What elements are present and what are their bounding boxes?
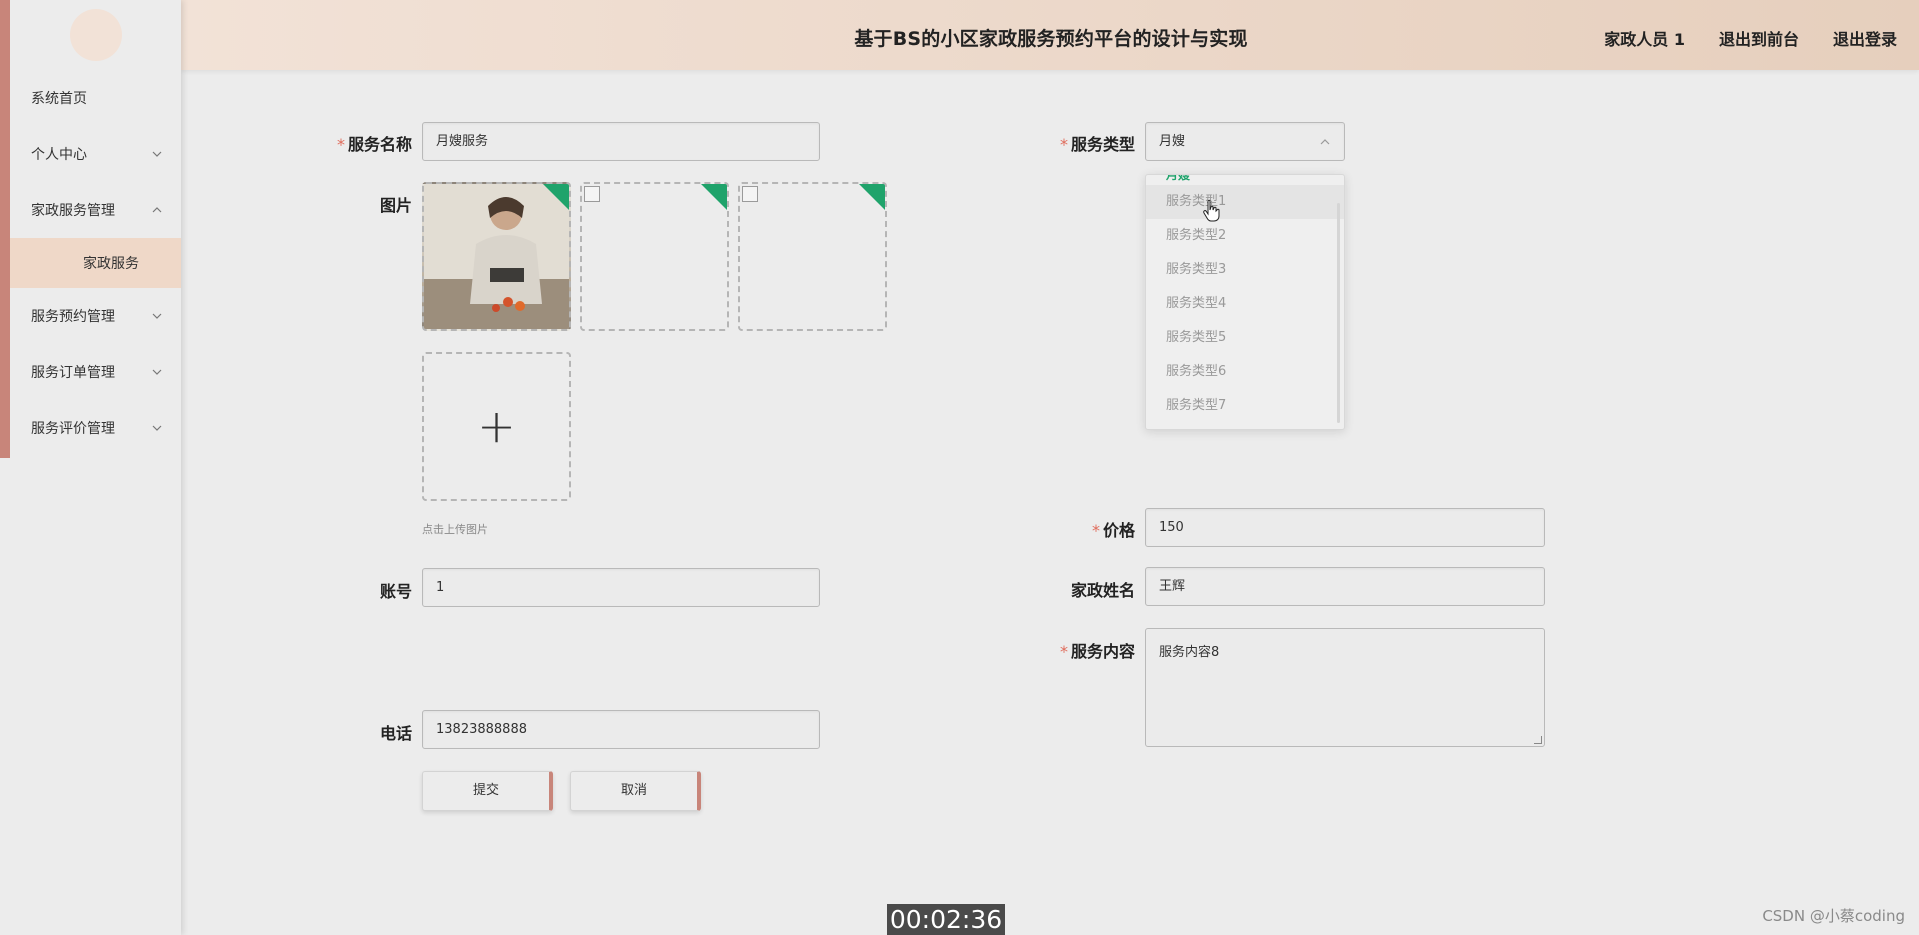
sidebar-item-label: 服务评价管理 [31,421,115,437]
chevron-down-icon [152,151,162,157]
chevron-down-icon [152,313,162,319]
chevron-up-icon [1320,139,1330,145]
service-content-value: 服务内容8 [1159,645,1220,660]
phone-label: 电话 [379,724,412,743]
sidebar-subitem-service[interactable]: 家政服务 [10,238,181,288]
broken-image-icon [742,186,758,202]
uploaded-image-thumbnail[interactable] [422,182,571,331]
label-text: 服务名称 [347,135,412,154]
service-name-input[interactable]: 月嫂服务 [422,122,820,161]
sidebar-item-label: 系统首页 [31,91,87,107]
dropdown-option[interactable]: 服务类型4 [1146,287,1344,321]
required-mark: * [1059,135,1068,154]
resize-handle[interactable] [1534,736,1542,744]
page-title: 基于BS的小区家政服务预约平台的设计与实现 [854,28,1248,50]
sidebar-item-order-management[interactable]: 服务订单管理 [10,344,181,400]
sidebar-item-label: 个人中心 [31,147,87,163]
label-text: 价格 [1102,521,1135,540]
account-label: 账号 [379,582,412,601]
service-name-label: * 服务名称 [320,131,412,155]
avatar[interactable] [70,9,122,61]
dropdown-partial-option[interactable]: 月嫂 [1146,175,1344,185]
sidebar-item-service-management[interactable]: 家政服务管理 [10,182,181,238]
sidebar-item-review-management[interactable]: 服务评价管理 [10,400,181,456]
chevron-down-icon [152,425,162,431]
phone-input[interactable]: 13823888888 [422,710,820,749]
exit-to-frontend-link[interactable]: 退出到前台 [1719,26,1799,50]
label-text: 服务内容 [1070,642,1135,661]
uploaded-image-thumbnail[interactable] [738,182,887,331]
service-type-value: 月嫂 [1159,134,1186,149]
logout-link[interactable]: 退出登录 [1833,26,1897,50]
sidebar-item-home[interactable]: 系统首页 [10,70,181,126]
upload-hint: 点击上传图片 [422,523,488,536]
submit-button[interactable]: 提交 [422,771,553,811]
dropdown-scrollbar[interactable] [1337,203,1340,423]
sidebar-accent-strip [0,0,10,458]
plus-icon: + [477,398,516,453]
service-type-dropdown: 月嫂 服务类型1 服务类型2 服务类型3 服务类型4 服务类型5 服务类型6 服… [1145,174,1345,430]
service-type-select[interactable]: 月嫂 [1145,122,1345,161]
required-mark: * [1059,642,1068,661]
dropdown-option[interactable]: 服务类型2 [1146,219,1344,253]
sidebar-menu: 系统首页 个人中心 家政服务管理 家政服务 服务预约管理 服务订单管理 服务评价… [10,70,181,456]
top-header: 基于BS的小区家政服务预约平台的设计与实现 家政人员 1 退出到前台 退出登录 [181,0,1919,70]
sidebar-item-label: 服务预约管理 [31,309,115,325]
user-name-link[interactable]: 家政人员 1 [1604,26,1685,50]
header-links: 家政人员 1 退出到前台 退出登录 [1604,26,1897,50]
uploaded-badge [857,184,885,212]
sidebar-item-booking-management[interactable]: 服务预约管理 [10,288,181,344]
chevron-down-icon [152,369,162,375]
required-mark: * [1091,521,1100,540]
service-content-textarea[interactable]: 服务内容8 [1145,628,1545,747]
chevron-up-icon [152,207,162,213]
sidebar-item-profile[interactable]: 个人中心 [10,126,181,182]
image-upload-button[interactable]: + [422,352,571,501]
sidebar-item-label: 家政服务管理 [31,203,115,219]
cancel-button[interactable]: 取消 [570,771,701,811]
watermark: CSDN @小蔡coding [1762,907,1905,925]
uploaded-image-thumbnail[interactable] [580,182,729,331]
video-timestamp: 00:02:36 [887,904,1005,935]
label-text: 服务类型 [1070,135,1135,154]
sidebar-item-label: 家政服务 [83,256,139,272]
price-label: * 价格 [1040,517,1135,541]
dropdown-option[interactable]: 服务类型3 [1146,253,1344,287]
broken-image-icon [584,186,600,202]
uploaded-badge [699,184,727,212]
service-type-label: * 服务类型 [1040,131,1135,155]
service-content-label: * 服务内容 [1040,638,1135,662]
housekeeper-name-input[interactable]: 王辉 [1145,567,1545,606]
hand-cursor-icon [1203,199,1220,222]
sidebar-item-label: 服务订单管理 [31,365,115,381]
price-input[interactable]: 150 [1145,508,1545,547]
account-input[interactable]: 1 [422,568,820,607]
dropdown-option[interactable]: 服务类型6 [1146,355,1344,389]
housekeeper-name-label: 家政姓名 [1070,581,1135,600]
sidebar: 系统首页 个人中心 家政服务管理 家政服务 服务预约管理 服务订单管理 服务评价… [0,0,181,935]
dropdown-option[interactable]: 服务类型7 [1146,389,1344,423]
required-mark: * [336,135,345,154]
dropdown-option[interactable]: 服务类型1 [1146,185,1344,219]
uploaded-badge [541,184,569,212]
dropdown-option[interactable]: 服务类型5 [1146,321,1344,355]
images-label: 图片 [379,196,412,215]
